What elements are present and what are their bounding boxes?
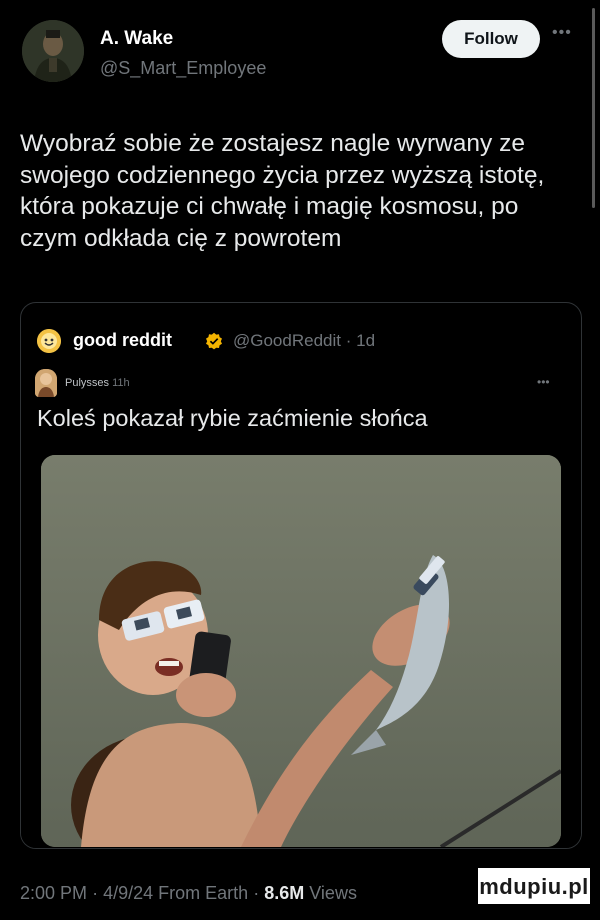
views-label: Views: [309, 883, 357, 903]
embedded-author: Pulysses 11h: [65, 377, 130, 389]
separator-dot: ·: [253, 883, 260, 903]
quote-handle-time: @GoodReddit · 1d: [233, 331, 375, 351]
embedded-author-name: Pulysses: [65, 377, 110, 389]
photo-man-with-fish[interactable]: [41, 455, 561, 847]
quote-author-name[interactable]: good reddit: [73, 330, 172, 351]
tweet-date[interactable]: 4/9/24: [103, 883, 153, 903]
embedded-text: Koleś pokazał rybie zaćmienie słońca: [37, 405, 428, 431]
author-handle[interactable]: @S_Mart_Employee: [100, 58, 266, 79]
tweet-source: From Earth: [158, 883, 249, 903]
embedded-more-icon: •••: [537, 375, 550, 389]
separator-dot: ·: [345, 331, 352, 350]
quoted-tweet[interactable]: good reddit @GoodReddit · 1d Pulysses 11…: [20, 302, 582, 849]
tweet-text: Wyobraź sobie że zostajesz nagle wyrwany…: [20, 130, 545, 252]
more-horizontal-icon[interactable]: •••: [552, 24, 572, 42]
embedded-tweet: Pulysses 11h ••• Koleś pokazał rybie zać…: [21, 369, 581, 848]
quote-time[interactable]: 1d: [356, 331, 375, 350]
tweet-header: A. Wake @S_Mart_Employee Follow •••: [0, 0, 600, 208]
watermark-logo: mdupiu.pl: [478, 868, 590, 904]
author-name[interactable]: A. Wake: [100, 28, 173, 50]
follow-button[interactable]: Follow: [442, 20, 540, 58]
tweet-time[interactable]: 2:00 PM: [20, 883, 87, 903]
author-avatar[interactable]: [22, 20, 84, 82]
scrollbar[interactable]: [592, 8, 595, 208]
quote-handle[interactable]: @GoodReddit: [233, 331, 341, 350]
separator-dot: ·: [92, 883, 99, 903]
tweet-meta: 2:00 PM · 4/9/24 From Earth · 8.6M Views: [20, 883, 357, 904]
embedded-avatar: [35, 369, 57, 397]
embedded-time: 11h: [112, 377, 130, 389]
verified-badge-icon: [205, 332, 223, 350]
views-count: 8.6M: [264, 883, 305, 903]
quote-avatar[interactable]: [37, 329, 61, 353]
